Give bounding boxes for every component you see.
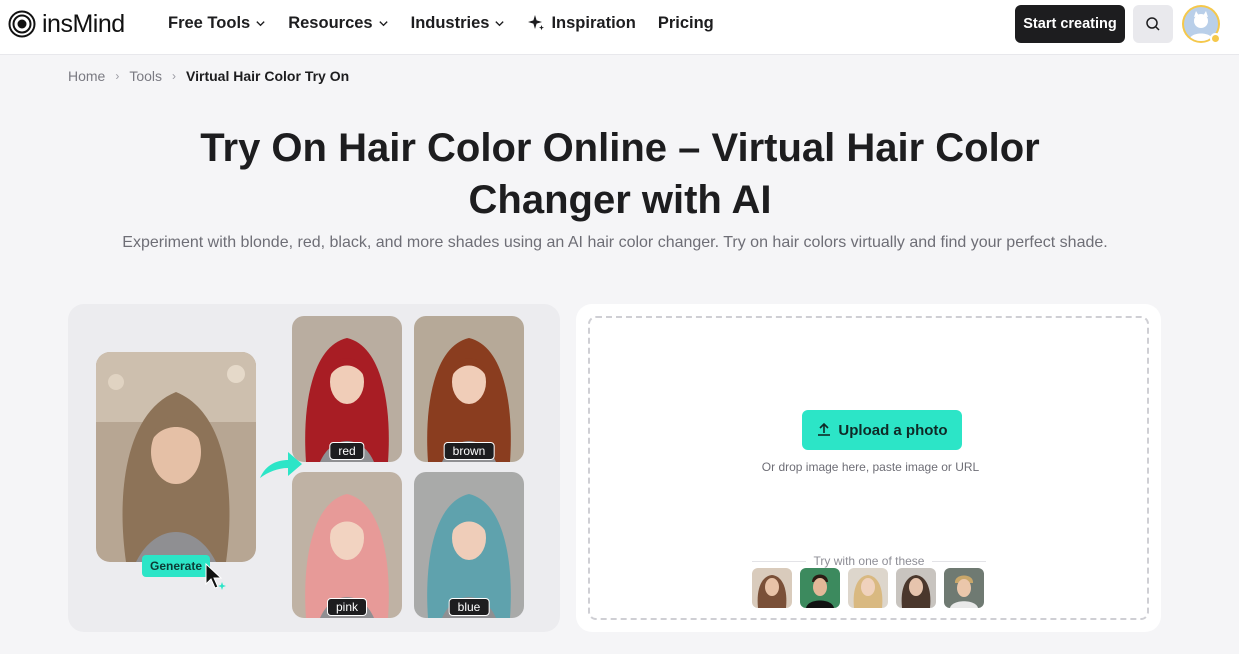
sample-image-4[interactable]: [896, 568, 936, 608]
page-title: Try On Hair Color Online – Virtual Hair …: [200, 126, 1040, 222]
sparkle-icon: [528, 15, 545, 31]
divider-line: [932, 560, 987, 562]
samples-label: Try with one of these: [813, 554, 925, 568]
menu-inspiration-label: Inspiration: [551, 13, 636, 32]
drop-zone[interactable]: Upload a photo Or drop image here, paste…: [588, 316, 1149, 620]
variant-blue: blue: [414, 472, 524, 618]
breadcrumb: Home › Tools › Virtual Hair Color Try On: [68, 68, 349, 84]
variant-pink: pink: [292, 472, 402, 618]
hair-color-showcase: red brown pink blue Generate: [68, 304, 560, 632]
upload-panel: Upload a photo Or drop image here, paste…: [576, 304, 1161, 632]
original-portrait: [96, 352, 256, 562]
menu-pricing[interactable]: Pricing: [658, 14, 714, 33]
menu-resources[interactable]: Resources: [288, 14, 388, 33]
insmind-logo-icon: [8, 10, 36, 38]
start-creating-button[interactable]: Start creating: [1015, 5, 1125, 43]
sample-image-2[interactable]: [800, 568, 840, 608]
menu-resources-label: Resources: [288, 13, 373, 32]
menu-free-tools-label: Free Tools: [168, 13, 251, 32]
menu-inspiration[interactable]: Inspiration: [527, 13, 636, 33]
upload-photo-button[interactable]: Upload a photo: [802, 410, 962, 450]
breadcrumb-separator: ›: [172, 69, 177, 83]
chevron-down-icon: [495, 20, 505, 26]
upload-icon: [818, 422, 831, 436]
search-button[interactable]: [1133, 5, 1173, 43]
brand-logo[interactable]: insMind: [8, 9, 125, 39]
divider-line: [752, 560, 806, 562]
sample-image-3[interactable]: [848, 568, 888, 608]
page-subtitle: Experiment with blonde, red, black, and …: [122, 234, 1108, 251]
brand-name: insMind: [42, 9, 125, 38]
variant-red: red: [292, 316, 402, 462]
variant-label: red: [329, 442, 365, 460]
menu-pricing-label: Pricing: [657, 13, 714, 32]
breadcrumb-home[interactable]: Home: [68, 68, 105, 84]
sample-image-5[interactable]: [944, 568, 984, 608]
breadcrumb-separator: ›: [115, 69, 120, 83]
breadcrumb-current: Virtual Hair Color Try On: [186, 68, 350, 84]
main-menu: Free Tools Resources Industries Inspirat…: [168, 0, 736, 46]
variant-label: brown: [443, 442, 495, 460]
cursor-pointer-icon: [205, 562, 226, 590]
variant-label: pink: [326, 598, 368, 616]
variant-label: blue: [448, 598, 490, 616]
chevron-down-icon: [378, 20, 388, 26]
top-nav: insMind Free Tools Resources Industries …: [0, 0, 1239, 55]
drop-hint: Or drop image here, paste image or URL: [761, 460, 980, 474]
user-avatar[interactable]: [1182, 5, 1221, 44]
sample-image-1[interactable]: [752, 568, 792, 608]
samples-header: Try with one of these: [752, 554, 987, 568]
menu-industries[interactable]: Industries: [411, 14, 506, 33]
search-icon: [1146, 17, 1160, 31]
chevron-down-icon: [256, 20, 265, 26]
variant-brown: brown: [414, 316, 524, 462]
avatar-badge: [1210, 33, 1221, 44]
menu-industries-label: Industries: [410, 13, 490, 32]
upload-photo-label: Upload a photo: [838, 421, 948, 439]
sample-images: [752, 568, 992, 608]
breadcrumb-tools[interactable]: Tools: [129, 68, 162, 84]
menu-free-tools[interactable]: Free Tools: [168, 14, 266, 33]
generate-badge: Generate: [142, 555, 210, 577]
